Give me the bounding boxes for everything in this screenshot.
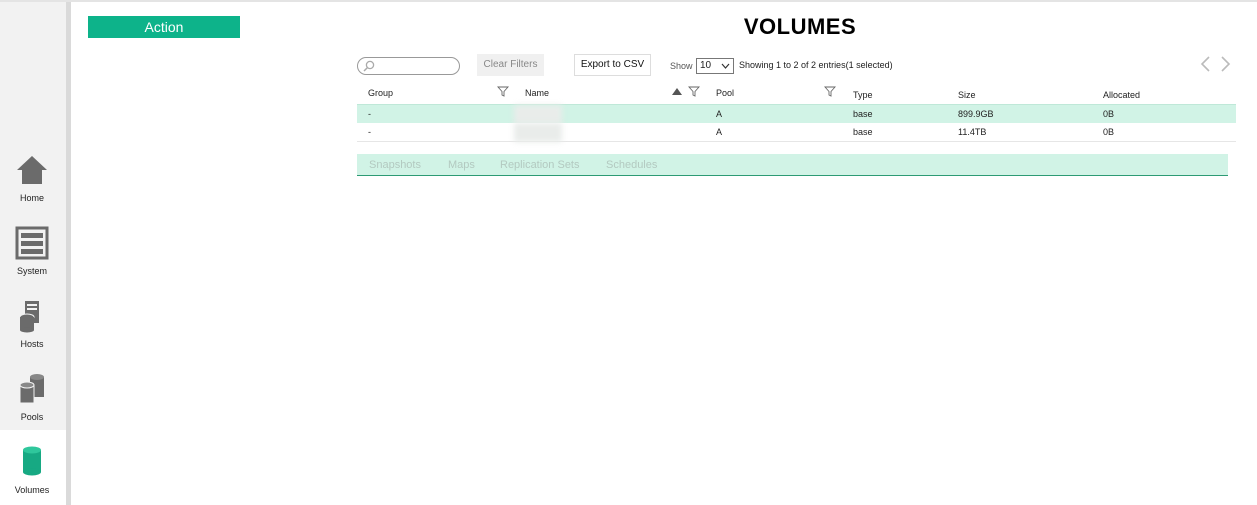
cell-type: base [853, 109, 873, 119]
nav-label: Home [19, 193, 44, 203]
cell-allocated: 0B [1103, 127, 1115, 137]
filter-icon[interactable] [688, 86, 700, 97]
pools-icon [19, 374, 44, 404]
search-input[interactable] [357, 57, 460, 75]
search-icon [363, 60, 375, 72]
entries-info: Showing 1 to 2 of 2 entries(1 selected) [739, 60, 893, 70]
filter-icon[interactable] [824, 86, 836, 97]
export-csv-button[interactable]: Export to CSV [574, 54, 651, 76]
tab-snapshots[interactable]: Snapshots [369, 159, 421, 171]
cell-type: base [853, 127, 873, 137]
column-header-group[interactable]: Group [368, 88, 393, 98]
nav-label: Pools [20, 412, 44, 422]
chevron-down-icon [721, 63, 730, 69]
cell-size: 899.9GB [958, 109, 994, 119]
nav-item-system[interactable]: System [0, 220, 66, 292]
nav-item-volumes[interactable]: Volumes [0, 430, 71, 505]
nav-item-pools[interactable]: Pools [0, 366, 66, 438]
table-row[interactable]: - A base 899.9GB 0B [357, 104, 1236, 124]
column-header-type[interactable]: Type [853, 90, 873, 100]
nav-label: Volumes [14, 485, 50, 495]
cell-size: 11.4TB [958, 127, 987, 137]
detail-tabs: Snapshots Maps Replication Sets Schedule… [357, 154, 1228, 176]
nav-item-hosts[interactable]: Hosts [0, 293, 66, 365]
tab-schedules[interactable]: Schedules [606, 159, 657, 171]
cell-group: - [368, 127, 371, 137]
hosts-icon [19, 301, 39, 333]
clear-filters-button[interactable]: Clear Filters [477, 54, 544, 76]
page-title: VOLUMES [743, 14, 857, 39]
tab-maps[interactable]: Maps [448, 159, 475, 171]
page-size-value: 10 [700, 60, 712, 71]
column-header-pool[interactable]: Pool [716, 88, 734, 98]
nav-label: System [16, 266, 47, 276]
column-header-name[interactable]: Name [525, 88, 549, 98]
cell-group: - [368, 109, 371, 119]
cell-pool: A [716, 127, 723, 137]
cell-name-redacted [514, 123, 562, 142]
show-label: Show [670, 61, 693, 71]
tab-replication-sets[interactable]: Replication Sets [500, 159, 580, 171]
column-header-size[interactable]: Size [958, 90, 976, 100]
action-button[interactable]: Action [88, 16, 240, 38]
chevron-left-icon[interactable] [1198, 55, 1212, 73]
home-icon [17, 156, 47, 184]
cell-pool: A [716, 109, 723, 119]
nav-divider [66, 2, 71, 505]
system-icon [15, 226, 49, 260]
top-border [0, 0, 1257, 2]
table-row[interactable]: - A base 11.4TB 0B [357, 123, 1236, 142]
chevron-right-icon[interactable] [1219, 55, 1233, 73]
nav-item-home[interactable]: Home [0, 147, 66, 219]
cell-name-redacted [514, 105, 562, 124]
page-size-select[interactable]: 10 [696, 58, 734, 74]
column-header-allocated[interactable]: Allocated [1103, 90, 1140, 100]
sort-ascending-icon[interactable] [672, 88, 682, 95]
left-navigation: Home System Hosts Pools Volumes [0, 2, 71, 505]
volumes-icon [23, 446, 41, 476]
filter-icon[interactable] [497, 86, 509, 97]
table-header: Group Name Pool Type Size Allocated [357, 84, 1236, 104]
cell-allocated: 0B [1103, 109, 1115, 119]
nav-label: Hosts [20, 339, 44, 349]
